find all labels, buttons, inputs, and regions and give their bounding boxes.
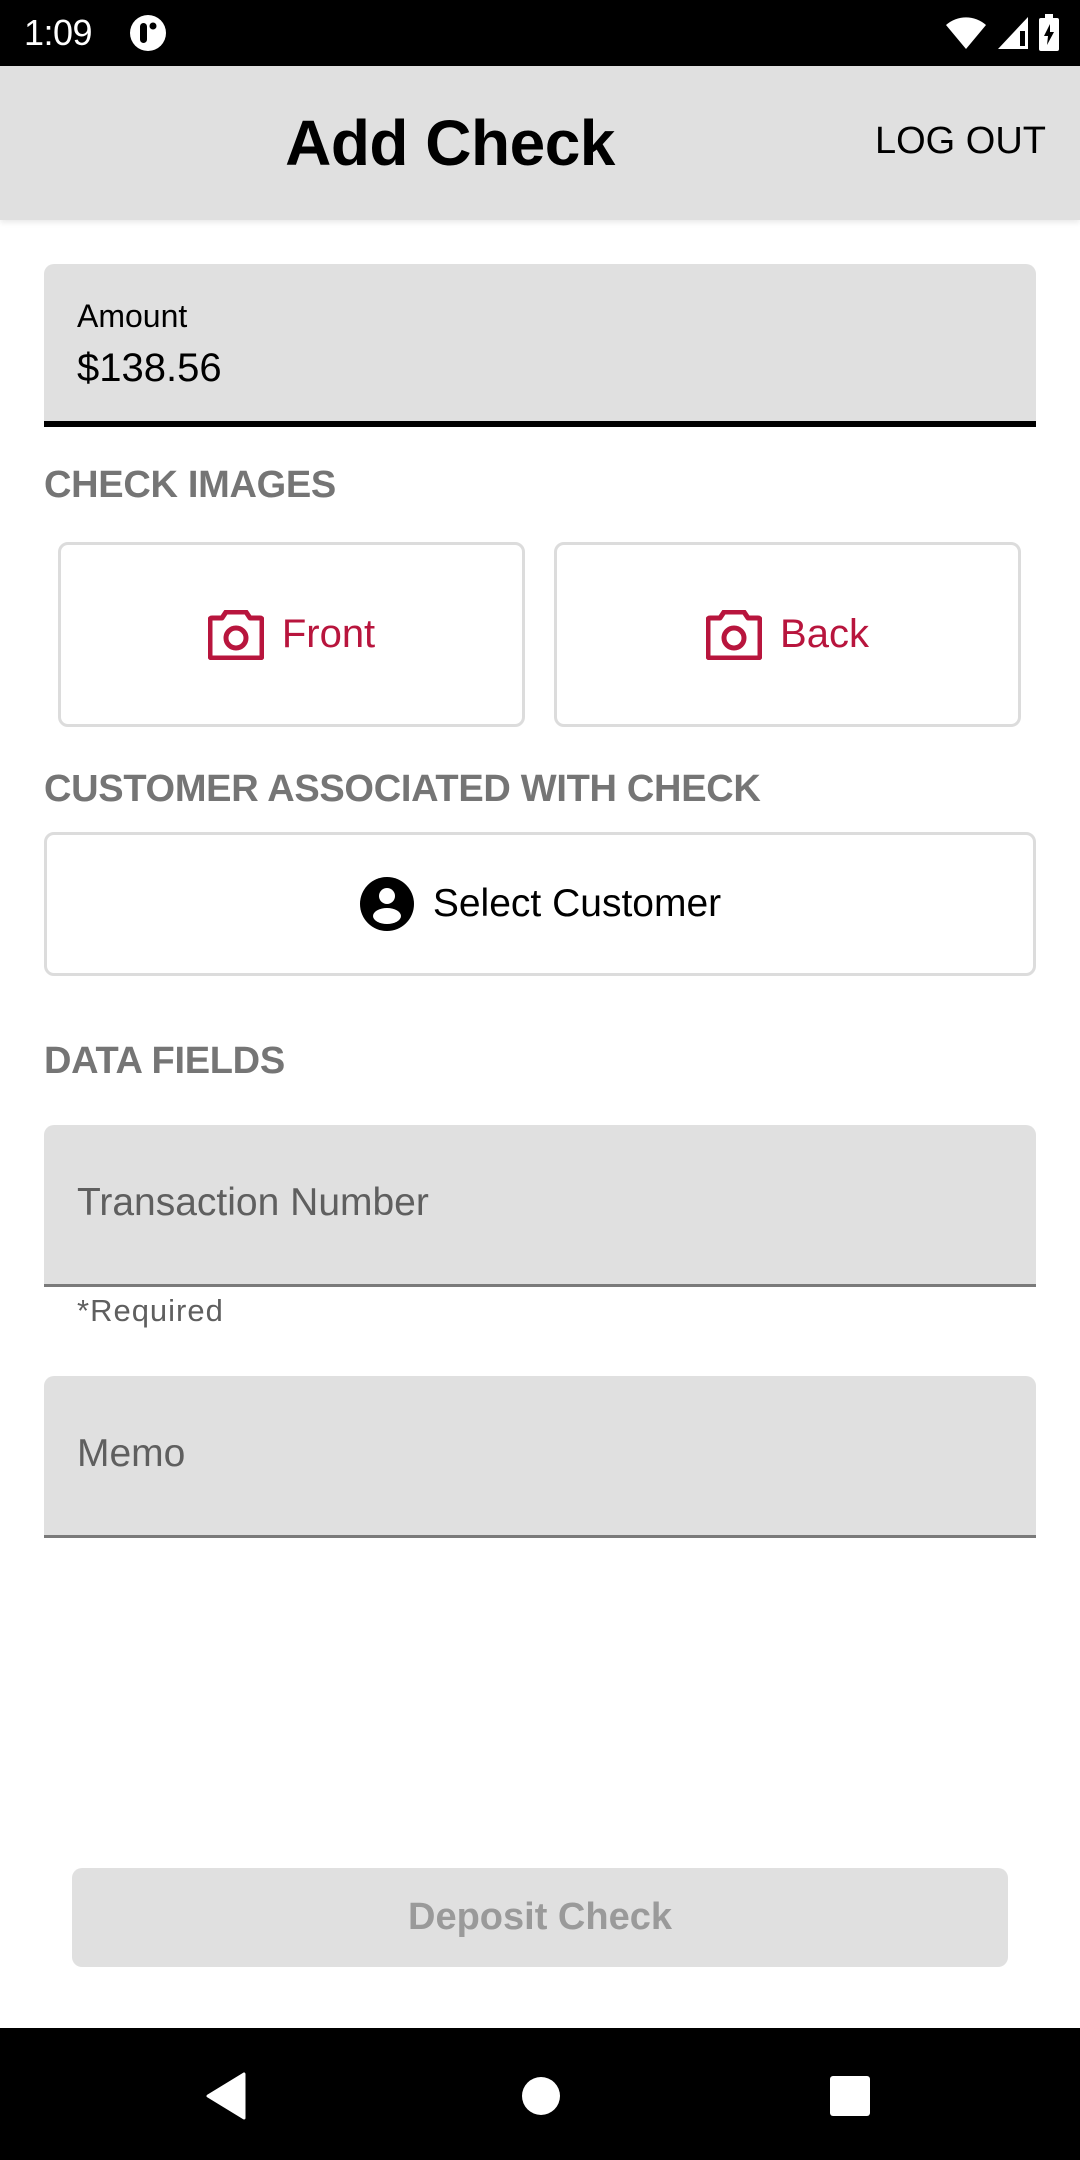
cellular-signal-icon [998, 17, 1028, 49]
back-icon [206, 2072, 246, 2120]
deposit-check-button[interactable]: Deposit Check [72, 1868, 1008, 1967]
account-circle-icon [359, 877, 414, 931]
memo-field[interactable] [44, 1376, 1036, 1538]
data-fields-heading: DATA FIELDS [44, 1040, 285, 1082]
home-icon [522, 2077, 560, 2115]
required-helper-text: *Required [77, 1293, 224, 1328]
transaction-number-input[interactable] [77, 1181, 997, 1225]
select-customer-button[interactable]: Select Customer [44, 832, 1036, 976]
transaction-number-field[interactable] [44, 1125, 1036, 1287]
front-image-button[interactable]: Front [58, 542, 525, 727]
customer-heading: CUSTOMER ASSOCIATED WITH CHECK [44, 768, 761, 810]
nav-recents-button[interactable] [820, 2066, 880, 2126]
amount-label: Amount [77, 298, 188, 334]
logout-button[interactable]: LOG OUT [875, 120, 1046, 163]
status-bar: 1:09 [0, 0, 1080, 66]
nav-back-button[interactable] [196, 2066, 256, 2126]
nav-home-button[interactable] [511, 2066, 571, 2126]
select-customer-label: Select Customer [432, 882, 722, 925]
wifi-icon [946, 17, 986, 49]
camera-icon [706, 609, 763, 660]
memo-input[interactable] [77, 1432, 997, 1476]
battery-charging-icon [1039, 14, 1059, 51]
back-image-button[interactable]: Back [554, 542, 1021, 727]
app-bar: Add Check LOG OUT [0, 66, 1080, 220]
status-time: 1:09 [24, 12, 93, 53]
system-nav-bar [0, 2028, 1080, 2160]
recents-icon [830, 2076, 870, 2116]
camera-icon [207, 609, 264, 660]
status-icons [944, 14, 1060, 52]
amount-field[interactable]: Amount [44, 264, 1036, 427]
app-notification-icon [130, 15, 166, 51]
amount-input[interactable] [77, 346, 977, 391]
front-label: Front [281, 612, 376, 656]
check-images-heading: CHECK IMAGES [44, 464, 336, 506]
back-label: Back [780, 612, 869, 656]
page-title: Add Check [285, 107, 615, 179]
